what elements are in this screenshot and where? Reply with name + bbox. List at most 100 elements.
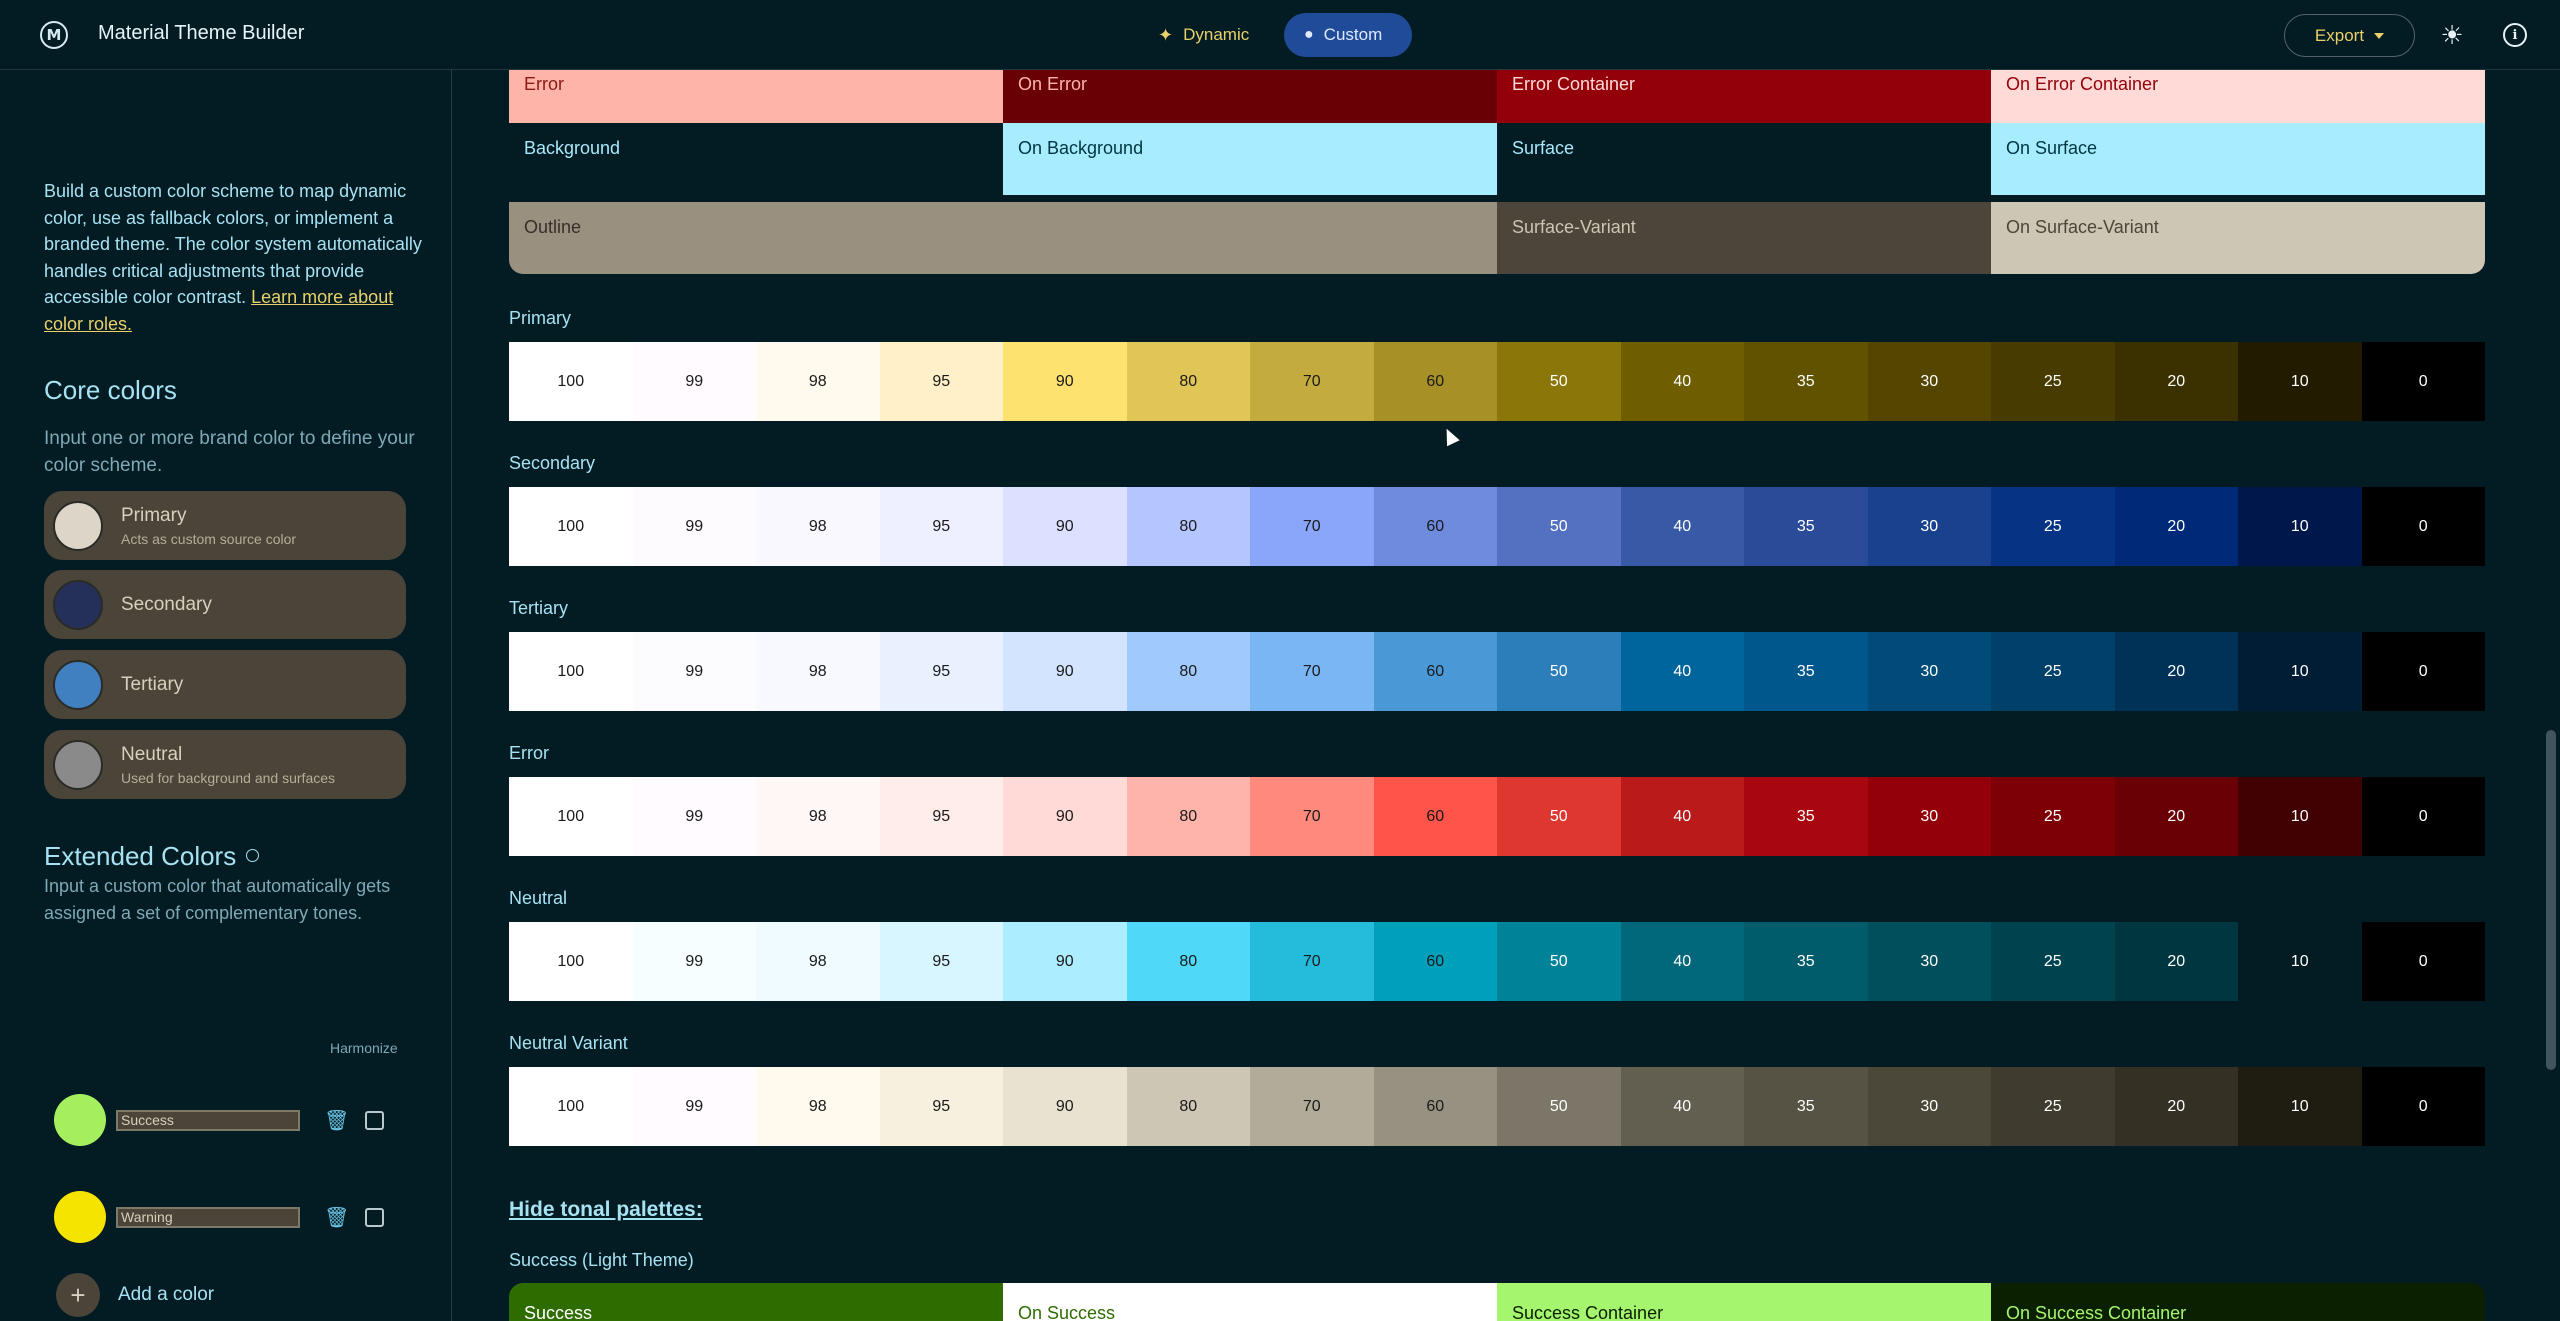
tone-swatch[interactable]: 10 <box>2238 342 2362 421</box>
tone-swatch[interactable]: 90 <box>1003 922 1127 1001</box>
tone-swatch[interactable]: 30 <box>1867 632 1991 711</box>
tone-swatch[interactable]: 100 <box>509 922 633 1001</box>
tone-swatch[interactable]: 80 <box>1126 1067 1250 1146</box>
tone-swatch[interactable]: 60 <box>1373 487 1497 566</box>
tone-swatch[interactable]: 80 <box>1126 487 1250 566</box>
tone-swatch[interactable]: 10 <box>2238 922 2362 1001</box>
color-name-input[interactable]: Warning <box>116 1206 300 1228</box>
scheme-role-success-container[interactable]: Success Container <box>1497 1283 1991 1321</box>
tone-swatch[interactable]: 40 <box>1620 922 1744 1001</box>
tone-swatch[interactable]: 50 <box>1497 777 1621 856</box>
tone-swatch[interactable]: 95 <box>879 342 1003 421</box>
tone-swatch[interactable]: 90 <box>1003 1067 1127 1146</box>
tone-swatch[interactable]: 80 <box>1126 922 1250 1001</box>
tone-swatch[interactable]: 100 <box>509 632 633 711</box>
tone-swatch[interactable]: 10 <box>2238 487 2362 566</box>
tone-swatch[interactable]: 35 <box>1744 777 1868 856</box>
scheme-role-background[interactable]: Background <box>509 123 1003 195</box>
tone-swatch[interactable]: 98 <box>756 487 880 566</box>
tone-swatch[interactable]: 90 <box>1003 487 1127 566</box>
scrollbar[interactable] <box>2546 730 2556 1070</box>
tone-swatch[interactable]: 95 <box>879 632 1003 711</box>
color-swatch[interactable] <box>53 739 103 790</box>
scheme-role-surface[interactable]: Surface <box>1497 123 1991 195</box>
tone-swatch[interactable]: 50 <box>1497 342 1621 421</box>
tone-swatch[interactable]: 70 <box>1250 342 1374 421</box>
tone-swatch[interactable]: 25 <box>1991 632 2115 711</box>
tone-swatch[interactable]: 40 <box>1620 632 1744 711</box>
tone-swatch[interactable]: 99 <box>632 632 756 711</box>
tone-swatch[interactable]: 98 <box>756 632 880 711</box>
tone-swatch[interactable]: 25 <box>1991 777 2115 856</box>
tone-swatch[interactable]: 40 <box>1620 342 1744 421</box>
tone-swatch[interactable]: 90 <box>1003 777 1127 856</box>
tone-swatch[interactable]: 0 <box>2361 632 2485 711</box>
tone-swatch[interactable]: 99 <box>632 922 756 1001</box>
tone-swatch[interactable]: 95 <box>879 1067 1003 1146</box>
tone-swatch[interactable]: 0 <box>2361 487 2485 566</box>
tone-swatch[interactable]: 40 <box>1620 777 1744 856</box>
core-color-primary[interactable]: Primary Acts as custom source color <box>44 491 406 560</box>
tone-swatch[interactable]: 98 <box>756 777 880 856</box>
color-swatch[interactable] <box>53 579 103 630</box>
tone-swatch[interactable]: 95 <box>879 922 1003 1001</box>
tone-swatch[interactable]: 40 <box>1620 1067 1744 1146</box>
color-swatch[interactable] <box>54 1094 106 1146</box>
custom-button[interactable]: ● Custom <box>1284 13 1412 57</box>
tone-swatch[interactable]: 0 <box>2361 1067 2485 1146</box>
tone-swatch[interactable]: 30 <box>1867 777 1991 856</box>
tone-swatch[interactable]: 10 <box>2238 1067 2362 1146</box>
tone-swatch[interactable]: 60 <box>1373 922 1497 1001</box>
tone-swatch[interactable]: 80 <box>1126 632 1250 711</box>
dynamic-button[interactable]: ✦ Dynamic <box>1142 13 1270 57</box>
tone-swatch[interactable]: 80 <box>1126 777 1250 856</box>
tone-swatch[interactable]: 35 <box>1744 342 1868 421</box>
tone-swatch[interactable]: 80 <box>1126 342 1250 421</box>
tone-swatch[interactable]: 99 <box>632 777 756 856</box>
tone-swatch[interactable]: 20 <box>2114 777 2238 856</box>
tone-swatch[interactable]: 20 <box>2114 487 2238 566</box>
tone-swatch[interactable]: 98 <box>756 342 880 421</box>
color-swatch[interactable] <box>54 1191 106 1243</box>
tone-swatch[interactable]: 35 <box>1744 632 1868 711</box>
tone-swatch[interactable]: 99 <box>632 1067 756 1146</box>
trash-icon[interactable]: 🗑 <box>324 1108 349 1133</box>
tone-swatch[interactable]: 25 <box>1991 922 2115 1001</box>
scheme-role-on-surface[interactable]: On Surface <box>1991 123 2485 195</box>
tone-swatch[interactable]: 95 <box>879 487 1003 566</box>
tone-swatch[interactable]: 50 <box>1497 487 1621 566</box>
tone-swatch[interactable]: 100 <box>509 342 633 421</box>
tone-swatch[interactable]: 35 <box>1744 922 1868 1001</box>
core-color-secondary[interactable]: Secondary <box>44 570 406 639</box>
tone-swatch[interactable]: 35 <box>1744 487 1868 566</box>
core-color-neutral[interactable]: Neutral Used for background and surfaces <box>44 730 406 799</box>
core-color-tertiary[interactable]: Tertiary <box>44 650 406 719</box>
tone-swatch[interactable]: 40 <box>1620 487 1744 566</box>
tone-swatch[interactable]: 70 <box>1250 487 1374 566</box>
hide-tonal-palettes-link[interactable]: Hide tonal palettes: <box>509 1198 703 1222</box>
add-color-button[interactable]: + Add a color <box>56 1273 214 1317</box>
tone-swatch[interactable]: 20 <box>2114 342 2238 421</box>
tone-swatch[interactable]: 10 <box>2238 777 2362 856</box>
tone-swatch[interactable]: 100 <box>509 487 633 566</box>
tone-swatch[interactable]: 20 <box>2114 922 2238 1001</box>
tone-swatch[interactable]: 35 <box>1744 1067 1868 1146</box>
tone-swatch[interactable]: 60 <box>1373 342 1497 421</box>
tone-swatch[interactable]: 70 <box>1250 777 1374 856</box>
tone-swatch[interactable]: 30 <box>1867 1067 1991 1146</box>
tone-swatch[interactable]: 30 <box>1867 342 1991 421</box>
trash-icon[interactable]: 🗑 <box>324 1205 349 1230</box>
tone-swatch[interactable]: 98 <box>756 922 880 1001</box>
harmonize-checkbox[interactable] <box>365 1207 384 1227</box>
tone-swatch[interactable]: 20 <box>2114 632 2238 711</box>
harmonize-checkbox[interactable] <box>365 1110 384 1130</box>
tone-swatch[interactable]: 0 <box>2361 342 2485 421</box>
scheme-role-success[interactable]: Success <box>509 1283 1003 1321</box>
color-swatch[interactable] <box>53 500 103 551</box>
tone-swatch[interactable]: 0 <box>2361 922 2485 1001</box>
tone-swatch[interactable]: 30 <box>1867 487 1991 566</box>
tone-swatch[interactable]: 70 <box>1250 1067 1374 1146</box>
scheme-role-on-success[interactable]: On Success <box>1003 1283 1497 1321</box>
material-logo-icon[interactable]: M <box>40 21 68 49</box>
tone-swatch[interactable]: 100 <box>509 1067 633 1146</box>
